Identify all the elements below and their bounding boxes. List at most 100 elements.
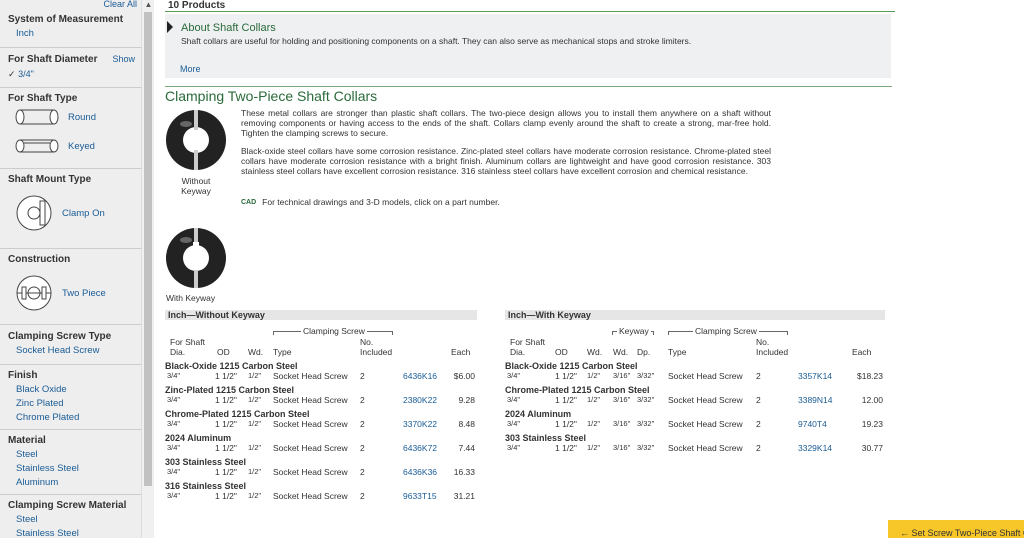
filter-title: Shaft Mount Type bbox=[8, 174, 92, 185]
filter-option-keyed[interactable]: Keyed bbox=[14, 136, 133, 156]
filter-option-round[interactable]: Round bbox=[14, 106, 133, 128]
part-number-link[interactable]: 3357K14 bbox=[798, 371, 832, 381]
filter-measurement: System of Measurement Inch bbox=[0, 10, 141, 39]
cell-type: Socket Head Screw bbox=[273, 371, 348, 381]
table-row: 3/4" 1 1/2" 1/2" Socket Head Screw 2 3370K22 8… bbox=[165, 419, 477, 432]
header-for-shaft: For Shaft bbox=[170, 337, 205, 347]
cell-dia: 3/4" bbox=[167, 443, 181, 452]
cell-price: 31.21 bbox=[453, 491, 475, 501]
caption-without-keyway: Without Keyway bbox=[181, 176, 211, 196]
cell-od: 1 1/2" bbox=[215, 395, 237, 405]
part-number-link[interactable]: 6436K36 bbox=[403, 467, 437, 477]
cell-dia: 3/4" bbox=[507, 395, 521, 404]
table-row: 3/4" 1 1/2" 1/2" Socket Head Screw 2 2380K22 9… bbox=[165, 395, 477, 408]
about-title[interactable]: About Shaft Collars bbox=[181, 22, 276, 34]
part-number-link[interactable]: 6436K16 bbox=[403, 371, 437, 381]
table-row: 3/4" 1 1/2" 1/2" Socket Head Screw 2 6436K16 $… bbox=[165, 371, 477, 384]
table-body: Black-Oxide 1215 Carbon Steel 3/4" 1 1/2" 1… bbox=[165, 361, 477, 504]
filter-option-aluminum[interactable]: Aluminum bbox=[8, 477, 133, 488]
material-group-heading: Black-Oxide 1215 Carbon Steel bbox=[165, 361, 298, 371]
option-label: Round bbox=[68, 111, 96, 123]
section-heading: Clamping Two-Piece Shaft Collars bbox=[165, 88, 378, 104]
cell-wd: 1/2" bbox=[248, 395, 262, 404]
show-link[interactable]: Show bbox=[112, 54, 135, 64]
material-group-heading: 2024 Aluminum bbox=[165, 433, 232, 443]
header-no: No. bbox=[360, 337, 374, 347]
header-wd: Wd. bbox=[248, 347, 264, 357]
part-number-link[interactable]: 3389N14 bbox=[798, 395, 833, 405]
filter-option-two-piece[interactable]: Two Piece bbox=[14, 271, 133, 315]
selected-value: 3/4" bbox=[18, 69, 34, 79]
cell-wd: 1/2" bbox=[248, 371, 262, 380]
cell-od: 1 1/2" bbox=[215, 443, 237, 453]
scrollbar-thumb[interactable] bbox=[144, 12, 152, 486]
cell-dia: 3/4" bbox=[507, 443, 521, 452]
header-type: Type bbox=[273, 347, 292, 357]
cell-type: Socket Head Screw bbox=[668, 419, 743, 429]
cell-wd: 1/2" bbox=[587, 371, 601, 380]
description-2: Black-oxide steel collars have some corr… bbox=[241, 146, 771, 176]
table-title: Inch—With Keyway bbox=[505, 310, 885, 320]
filter-option-stainless-steel[interactable]: Stainless Steel bbox=[8, 463, 133, 474]
about-text: Shaft collars are useful for holding and… bbox=[181, 36, 692, 46]
filter-title: Construction bbox=[8, 254, 71, 265]
part-number-link[interactable]: 3329K14 bbox=[798, 443, 832, 453]
part-number-link[interactable]: 9633T15 bbox=[403, 491, 437, 501]
cell-price: $6.00 bbox=[453, 371, 475, 381]
cell-od: 1 1/2" bbox=[555, 419, 577, 429]
table-header: Clamping Screw For Shaft Dia. OD Wd. Typ… bbox=[165, 320, 477, 360]
filter-panel: Clear All System of Measurement Inch For… bbox=[0, 0, 141, 538]
cell-price: 8.48 bbox=[458, 419, 475, 429]
clamp-on-icon bbox=[16, 195, 52, 231]
caption-with-keyway: With Keyway bbox=[166, 293, 216, 303]
table-header: Keyway Clamping Screw For Shaft Dia. OD … bbox=[505, 320, 885, 360]
filter-option-screw-stainless[interactable]: Stainless Steel bbox=[8, 528, 133, 538]
filter-option-zinc-plated[interactable]: Zinc Plated bbox=[8, 398, 133, 409]
scroll-up-icon[interactable]: ▲ bbox=[144, 0, 153, 10]
expand-triangle-icon[interactable] bbox=[167, 21, 173, 33]
filter-option-clamp-on[interactable]: Clamp On bbox=[14, 191, 133, 235]
filter-material: Material Steel Stainless Steel Aluminum bbox=[0, 429, 141, 493]
cell-keyway-wd: 3/16" bbox=[613, 443, 631, 452]
header-each: Each bbox=[451, 347, 471, 357]
cell-no: 2 bbox=[360, 371, 365, 381]
selected-diameter[interactable]: ✓ 3/4" bbox=[8, 69, 133, 80]
header-each: Each bbox=[852, 347, 872, 357]
cell-type: Socket Head Screw bbox=[273, 491, 348, 501]
header-dia: Dia. bbox=[170, 347, 186, 357]
sidebar-scrollbar[interactable]: ▲ bbox=[141, 0, 154, 538]
filter-title: Material bbox=[8, 435, 46, 446]
filter-option-steel[interactable]: Steel bbox=[8, 449, 133, 460]
table-with-keyway: Inch—With Keyway Keyway Clamping Screw F… bbox=[505, 310, 885, 456]
cell-no: 2 bbox=[360, 467, 365, 477]
header-keyway-wd: Wd. bbox=[613, 347, 629, 357]
cell-type: Socket Head Screw bbox=[668, 443, 743, 453]
header-dia: Dia. bbox=[510, 347, 526, 357]
cell-no: 2 bbox=[756, 443, 761, 453]
cell-wd: 1/2" bbox=[248, 467, 262, 476]
table-row: 3/4" 1 1/2" 1/2" 3/16" 3/32" Socket Head Scre… bbox=[505, 443, 885, 456]
part-number-link[interactable]: 2380K22 bbox=[403, 395, 437, 405]
filter-option-inch[interactable]: Inch bbox=[8, 28, 133, 39]
filter-option-screw-steel[interactable]: Steel bbox=[8, 514, 133, 525]
cell-keyway-wd: 3/16" bbox=[613, 371, 631, 380]
round-shaft-icon bbox=[15, 109, 59, 125]
part-number-link[interactable]: 9740T4 bbox=[798, 419, 827, 429]
cell-dia: 3/4" bbox=[167, 371, 181, 380]
filter-finish: Finish Black Oxide Zinc Plated Chrome Pl… bbox=[0, 364, 141, 428]
filter-title: Finish bbox=[8, 370, 38, 381]
header-wd: Wd. bbox=[587, 347, 603, 357]
part-number-link[interactable]: 6436K72 bbox=[403, 443, 437, 453]
table-body: Black-Oxide 1215 Carbon Steel 3/4" 1 1/2" 1… bbox=[505, 361, 885, 456]
part-number-link[interactable]: 3370K22 bbox=[403, 419, 437, 429]
filter-option-chrome-plated[interactable]: Chrome Plated bbox=[8, 412, 133, 423]
description-1: These metal collars are stronger than pl… bbox=[241, 108, 771, 138]
set-screw-link-button[interactable]: ← Set Screw Two-Piece Shaft Collars bbox=[888, 520, 1024, 538]
cell-dia: 3/4" bbox=[507, 419, 521, 428]
filter-construction: Construction Two Piece bbox=[0, 248, 141, 324]
more-link[interactable]: More bbox=[180, 64, 201, 74]
filter-option-black-oxide[interactable]: Black Oxide bbox=[8, 384, 133, 395]
header-dp: Dp. bbox=[637, 347, 651, 357]
filter-option-socket-head[interactable]: Socket Head Screw bbox=[8, 345, 133, 356]
clear-all-link[interactable]: Clear All bbox=[103, 0, 137, 9]
